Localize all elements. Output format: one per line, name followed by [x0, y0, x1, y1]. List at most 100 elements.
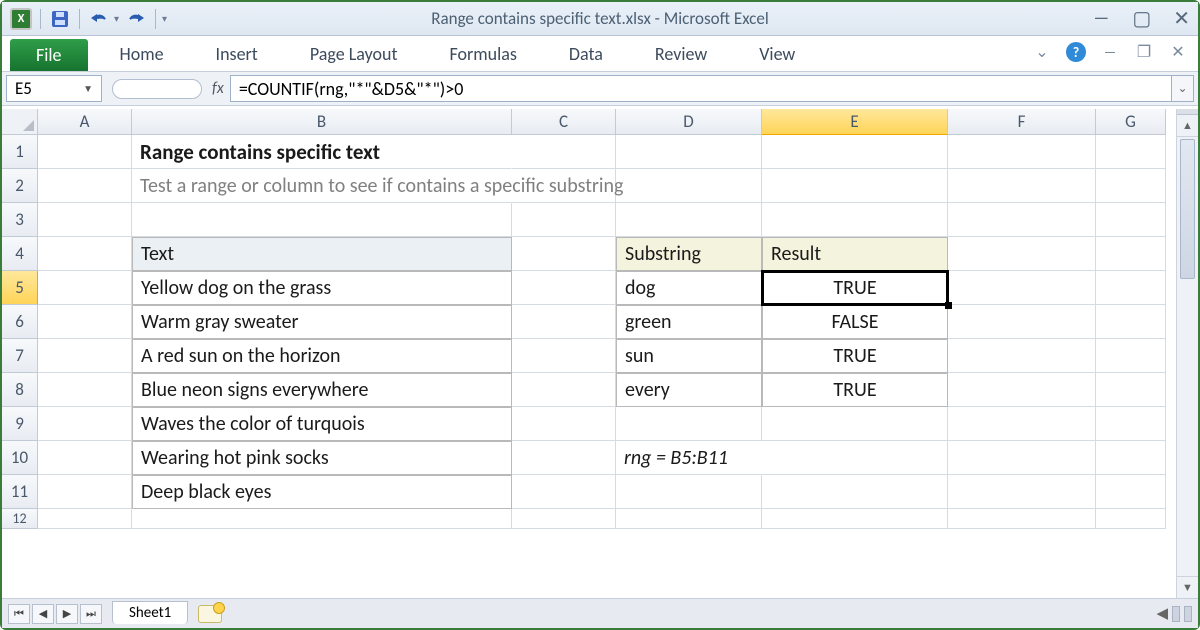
- cell[interactable]: [762, 407, 948, 441]
- col-header-b[interactable]: B: [132, 109, 512, 135]
- cell[interactable]: [616, 135, 762, 169]
- row-header[interactable]: 6: [2, 305, 38, 339]
- cell[interactable]: [762, 169, 948, 203]
- result-cell[interactable]: TRUE: [762, 339, 948, 373]
- cell[interactable]: [38, 237, 132, 271]
- title-cell[interactable]: Range contains specific text: [132, 135, 512, 169]
- cell[interactable]: [1096, 169, 1166, 203]
- result-header-cell[interactable]: Result: [762, 237, 948, 271]
- cell[interactable]: [762, 475, 948, 509]
- cell[interactable]: [512, 305, 616, 339]
- cell[interactable]: [38, 475, 132, 509]
- cell[interactable]: [38, 203, 132, 237]
- col-header-g[interactable]: G: [1096, 109, 1166, 135]
- col-header-e[interactable]: E: [762, 109, 948, 135]
- name-box[interactable]: E5 ▼: [6, 75, 102, 102]
- sheet-tab[interactable]: Sheet1: [112, 601, 188, 624]
- text-cell[interactable]: Warm gray sweater: [132, 305, 512, 339]
- text-cell[interactable]: Deep black eyes: [132, 475, 512, 509]
- cell[interactable]: [762, 509, 948, 529]
- row-header[interactable]: 12: [2, 509, 38, 529]
- first-sheet-button[interactable]: ⏮: [8, 604, 30, 624]
- cell[interactable]: [38, 373, 132, 407]
- formula-input[interactable]: =COUNTIF(rng,"*"&D5&"*")>0: [230, 75, 1172, 102]
- cell[interactable]: [762, 441, 948, 475]
- scroll-up-button[interactable]: ▲: [1177, 115, 1198, 137]
- cell[interactable]: [512, 271, 616, 305]
- cell[interactable]: [948, 373, 1096, 407]
- cell[interactable]: [512, 237, 616, 271]
- cell[interactable]: [762, 135, 948, 169]
- text-cell[interactable]: Blue neon signs everywhere: [132, 373, 512, 407]
- row-header[interactable]: 2: [2, 169, 38, 203]
- substring-cell[interactable]: dog: [616, 271, 762, 305]
- minimize-ribbon-icon[interactable]: ⌄: [1032, 42, 1052, 62]
- cell[interactable]: [1096, 339, 1166, 373]
- workbook-restore-icon[interactable]: ❐: [1134, 42, 1154, 62]
- col-header-a[interactable]: A: [38, 109, 132, 135]
- new-sheet-button[interactable]: [198, 605, 222, 623]
- scroll-down-button[interactable]: ▼: [1177, 576, 1198, 598]
- subtitle-cell[interactable]: Test a range or column to see if contain…: [132, 169, 512, 203]
- tab-formulas[interactable]: Formulas: [424, 36, 543, 71]
- cell[interactable]: [616, 203, 762, 237]
- substring-cell[interactable]: green: [616, 305, 762, 339]
- cell[interactable]: [616, 475, 762, 509]
- row-header[interactable]: 5: [2, 271, 38, 305]
- select-all-button[interactable]: [2, 109, 38, 135]
- cell[interactable]: [948, 509, 1096, 529]
- cell[interactable]: [1096, 237, 1166, 271]
- text-cell[interactable]: Waves the color of turquois: [132, 407, 512, 441]
- file-tab[interactable]: File: [10, 39, 88, 71]
- prev-sheet-button[interactable]: ◀: [32, 604, 54, 624]
- scroll-thumb[interactable]: [1180, 139, 1195, 279]
- cell[interactable]: [38, 339, 132, 373]
- row-header[interactable]: 1: [2, 135, 38, 169]
- cell[interactable]: [948, 475, 1096, 509]
- cell[interactable]: [132, 203, 512, 237]
- col-header-f[interactable]: F: [948, 109, 1096, 135]
- cell[interactable]: [948, 305, 1096, 339]
- cell[interactable]: [948, 135, 1096, 169]
- scroll-track[interactable]: [1177, 137, 1198, 576]
- last-sheet-button[interactable]: ⏭: [80, 604, 102, 624]
- tab-insert[interactable]: Insert: [190, 36, 284, 71]
- tab-data[interactable]: Data: [543, 36, 629, 71]
- cell[interactable]: [38, 407, 132, 441]
- next-sheet-button[interactable]: ▶: [56, 604, 78, 624]
- horizontal-scroll-area[interactable]: ◀: [1156, 604, 1192, 623]
- text-cell[interactable]: Yellow dog on the grass: [132, 271, 512, 305]
- row-header[interactable]: 4: [2, 237, 38, 271]
- cell[interactable]: [38, 271, 132, 305]
- workbook-close-icon[interactable]: ✕: [1168, 42, 1188, 62]
- tab-view[interactable]: View: [733, 36, 821, 71]
- cell[interactable]: [948, 169, 1096, 203]
- cells-area[interactable]: 1 Range contains specific text 2 Test a …: [2, 135, 1176, 598]
- text-cell[interactable]: Wearing hot pink socks: [132, 441, 512, 475]
- substring-cell[interactable]: sun: [616, 339, 762, 373]
- tab-home[interactable]: Home: [94, 36, 190, 71]
- cell[interactable]: [512, 475, 616, 509]
- substring-header-cell[interactable]: Substring: [616, 237, 762, 271]
- vertical-scrollbar[interactable]: ▲ ▼: [1176, 109, 1198, 598]
- cell[interactable]: [1096, 509, 1166, 529]
- cell[interactable]: [948, 407, 1096, 441]
- fill-handle[interactable]: [945, 302, 952, 309]
- cell[interactable]: [948, 203, 1096, 237]
- cell[interactable]: [948, 271, 1096, 305]
- row-header[interactable]: 9: [2, 407, 38, 441]
- cell[interactable]: [512, 373, 616, 407]
- cell[interactable]: [1096, 373, 1166, 407]
- substring-cell[interactable]: every: [616, 373, 762, 407]
- cell[interactable]: [1096, 441, 1166, 475]
- cell[interactable]: [1096, 203, 1166, 237]
- cell[interactable]: [1096, 305, 1166, 339]
- text-cell[interactable]: A red sun on the horizon: [132, 339, 512, 373]
- named-range-cell[interactable]: rng = B5:B11: [616, 441, 762, 475]
- row-header[interactable]: 7: [2, 339, 38, 373]
- cell[interactable]: [948, 237, 1096, 271]
- cell[interactable]: [38, 169, 132, 203]
- cell[interactable]: [512, 339, 616, 373]
- expand-formula-bar-icon[interactable]: ⌄: [1172, 75, 1194, 102]
- cell[interactable]: [512, 407, 616, 441]
